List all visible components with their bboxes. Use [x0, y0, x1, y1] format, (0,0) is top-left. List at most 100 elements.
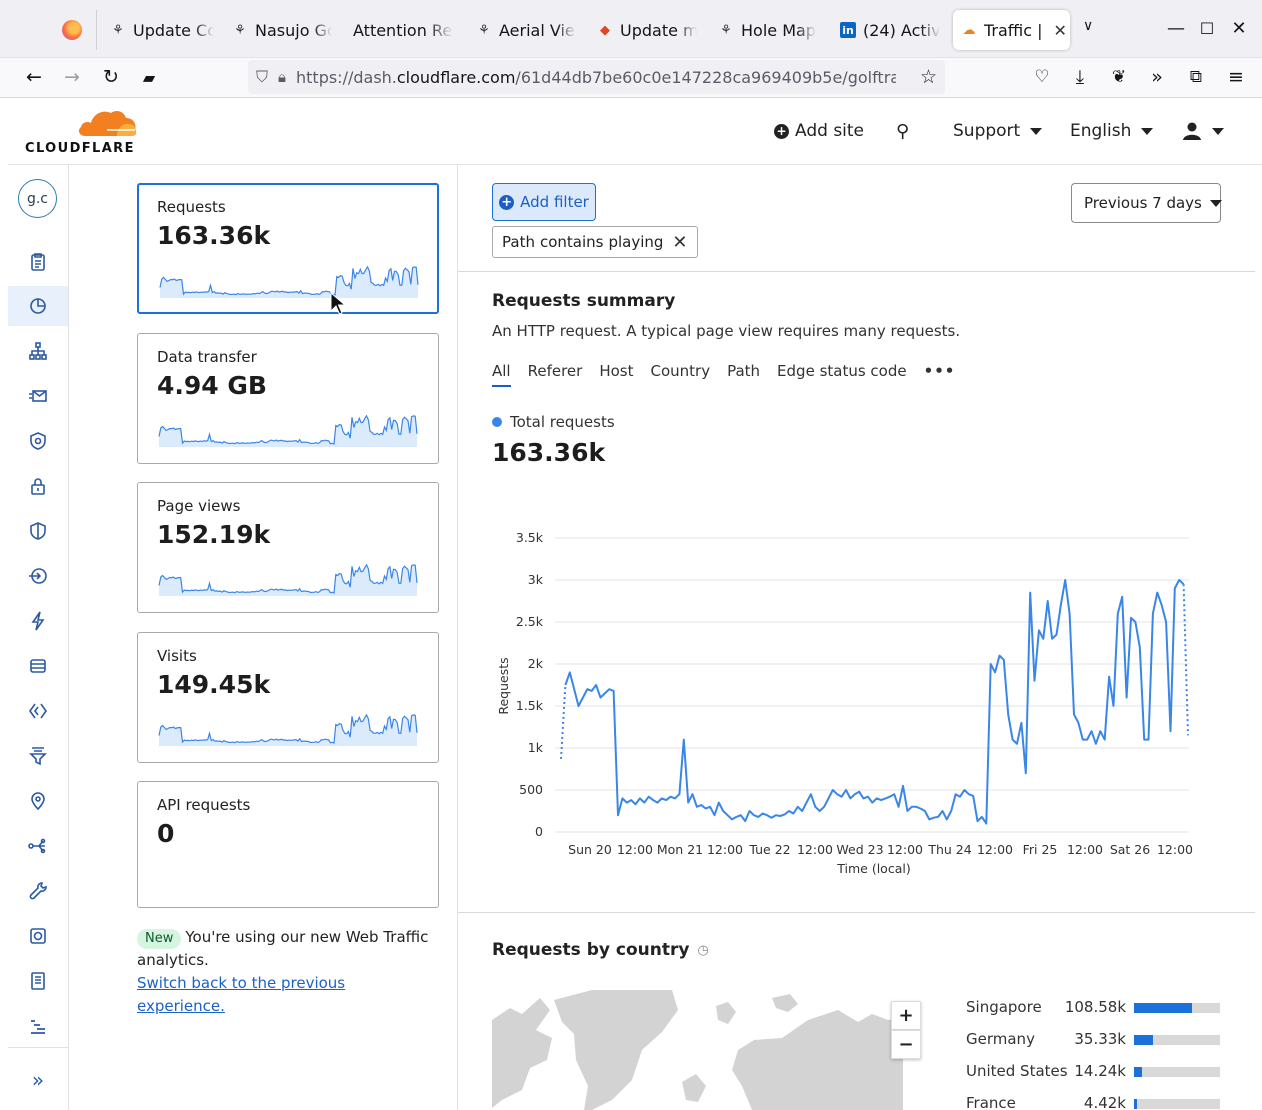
y-tick-label: 3k [528, 572, 544, 587]
rules-funnel-icon[interactable] [8, 736, 68, 776]
browser-tab[interactable]: in (24) Activit [840, 10, 940, 50]
sparkline-area [160, 266, 418, 298]
country-row[interactable]: Germany 35.33k [966, 1028, 1222, 1060]
remove-filter-icon[interactable]: ✕ [672, 232, 687, 253]
x-tick-label: 12:00 [1157, 842, 1193, 857]
x-tick-label: 12:00 [977, 842, 1013, 857]
pocket-icon[interactable]: ♡ [1028, 63, 1056, 91]
firefox-icon[interactable] [62, 20, 82, 40]
browser-tab[interactable]: ⚘ Hole Map [718, 10, 818, 50]
country-value: 14.24k [1074, 1062, 1126, 1080]
overflow-chevrons-icon[interactable]: » [1143, 63, 1171, 91]
browser-tab[interactable]: ⚘ Aerial Viev [476, 10, 576, 50]
browser-tab[interactable]: ⚘ Update Co [110, 10, 214, 50]
switch-back-link[interactable]: Switch back to the previous experience. [137, 972, 437, 1018]
scrape-shield-document-icon[interactable] [8, 961, 68, 1001]
tab-country[interactable]: Country [651, 362, 711, 387]
cloudflare-icon: ☁ [962, 22, 976, 38]
back-icon[interactable]: ← [20, 63, 48, 91]
y-tick-label: 500 [519, 782, 543, 797]
more-tabs-icon[interactable]: ••• [924, 362, 956, 387]
country-name: France [966, 1094, 1016, 1110]
minimize-icon[interactable]: — [1163, 16, 1189, 42]
url-prefix: https://dash. [296, 67, 397, 87]
close-window-icon[interactable]: ✕ [1226, 16, 1252, 42]
requests-line-chart[interactable]: 0 500 1k 1.5k 2k 2.5k 3k 3.5k Sun 20 12:00 Mon 21 1… [492, 524, 1200, 884]
browser-tab[interactable]: Attention Rec [353, 10, 453, 50]
download-icon[interactable]: ⤓ [1066, 63, 1094, 91]
metric-card-requests[interactable]: Requests 163.36k [137, 183, 439, 314]
language-dropdown[interactable]: English [1070, 121, 1154, 141]
chevron-down-icon[interactable]: ∨ [1083, 18, 1093, 34]
browser-tab-active[interactable]: ☁ Traffic | ✕ [953, 10, 1070, 50]
extension-paw-icon[interactable]: ❦ [1105, 63, 1133, 91]
country-row[interactable]: United States 14.24k [966, 1060, 1222, 1092]
pingball-icon: ⚘ [478, 22, 490, 38]
map-zoom-in-button[interactable]: + [891, 1001, 921, 1030]
expand-chevrons-icon[interactable]: » [8, 1060, 68, 1100]
caching-storage-icon[interactable] [8, 646, 68, 686]
browser-tab[interactable]: ⚘ Nasujo Go [232, 10, 332, 50]
security-shield-icon[interactable] [8, 421, 68, 461]
country-value: 108.58k [1064, 998, 1126, 1016]
overview-clipboard-icon[interactable] [8, 242, 68, 282]
support-dropdown[interactable]: Support [953, 121, 1043, 141]
dns-sitemap-icon[interactable] [8, 331, 68, 371]
y-tick-label: 2.5k [516, 614, 544, 629]
search-icon[interactable]: ⚲ [896, 121, 909, 142]
tab-path[interactable]: Path [727, 362, 760, 387]
metric-card-visits[interactable]: Visits 149.45k [137, 632, 439, 763]
traffic-routing-icon[interactable] [8, 826, 68, 866]
tab-title: (24) Activit [863, 20, 940, 40]
reload-icon[interactable]: ↻ [97, 63, 125, 91]
bookmark-star-icon[interactable]: ☆ [920, 66, 937, 88]
ssl-lock-icon[interactable] [8, 466, 68, 506]
tab-referer[interactable]: Referer [528, 362, 583, 387]
extensions-puzzle-icon[interactable]: ⧉ [1182, 63, 1210, 91]
tab-edge-status-code[interactable]: Edge status code [777, 362, 907, 387]
time-range-select[interactable]: Previous 7 days [1071, 183, 1222, 223]
x-tick-label: 12:00 [707, 842, 743, 857]
tab-host[interactable]: Host [599, 362, 633, 387]
lock-icon[interactable]: 🔒︎ [278, 68, 286, 86]
filter-chip[interactable]: Path contains playing ✕ [492, 226, 698, 258]
account-avatar[interactable]: g.c [18, 179, 57, 218]
custom-pages-wrench-icon[interactable] [8, 871, 68, 911]
tab-title: Hole Map [741, 20, 816, 40]
close-tab-icon[interactable]: ✕ [1054, 21, 1067, 40]
shield-icon[interactable]: ⛉ [256, 67, 268, 87]
metric-card-data-transfer[interactable]: Data transfer 4.94 GB [137, 333, 439, 464]
sparkline-area [159, 415, 417, 447]
metric-card-page-views[interactable]: Page views 152.19k [137, 482, 439, 613]
email-icon[interactable] [8, 376, 68, 416]
network-location-pin-icon[interactable] [8, 781, 68, 821]
country-row[interactable]: France 4.42k [966, 1092, 1222, 1110]
zaraz-bars-icon[interactable] [8, 1006, 68, 1046]
waf-shield-icon[interactable] [8, 511, 68, 551]
country-bar [1134, 1035, 1220, 1045]
url-text[interactable]: https://dash.cloudflare.com/61d44db7be60… [296, 68, 896, 87]
country-row[interactable]: Singapore 108.58k [966, 996, 1222, 1028]
hamburger-menu-icon[interactable]: ≡ [1222, 63, 1250, 91]
speed-bolt-icon[interactable] [8, 601, 68, 641]
metric-card-api-requests[interactable]: API requests 0 [137, 781, 439, 908]
add-site-button[interactable]: + Add site [774, 121, 864, 141]
gitlab-icon: ◆ [600, 22, 610, 38]
user-menu[interactable] [1182, 121, 1224, 141]
section-divider [458, 271, 1255, 272]
analytics-pie-icon[interactable] [8, 286, 68, 326]
url-bar[interactable]: ⛉ 🔒︎ https://dash.cloudflare.com/61d44db… [248, 60, 945, 94]
access-arrow-icon[interactable] [8, 556, 68, 596]
map-land [492, 990, 903, 1110]
metric-value: 163.36k [157, 221, 271, 250]
forward-icon[interactable]: → [58, 63, 86, 91]
world-map[interactable] [492, 990, 903, 1110]
map-zoom-out-button[interactable]: − [891, 1030, 921, 1059]
add-filter-button[interactable]: + Add filter [492, 183, 596, 221]
extension-icon[interactable]: ▰ [135, 63, 163, 91]
apps-square-icon[interactable] [8, 916, 68, 956]
maximize-icon[interactable]: ☐ [1194, 16, 1220, 42]
browser-tab[interactable]: ◆ Update m [597, 10, 697, 50]
tab-all[interactable]: All [492, 362, 511, 387]
workers-diamond-icon[interactable] [8, 691, 68, 731]
